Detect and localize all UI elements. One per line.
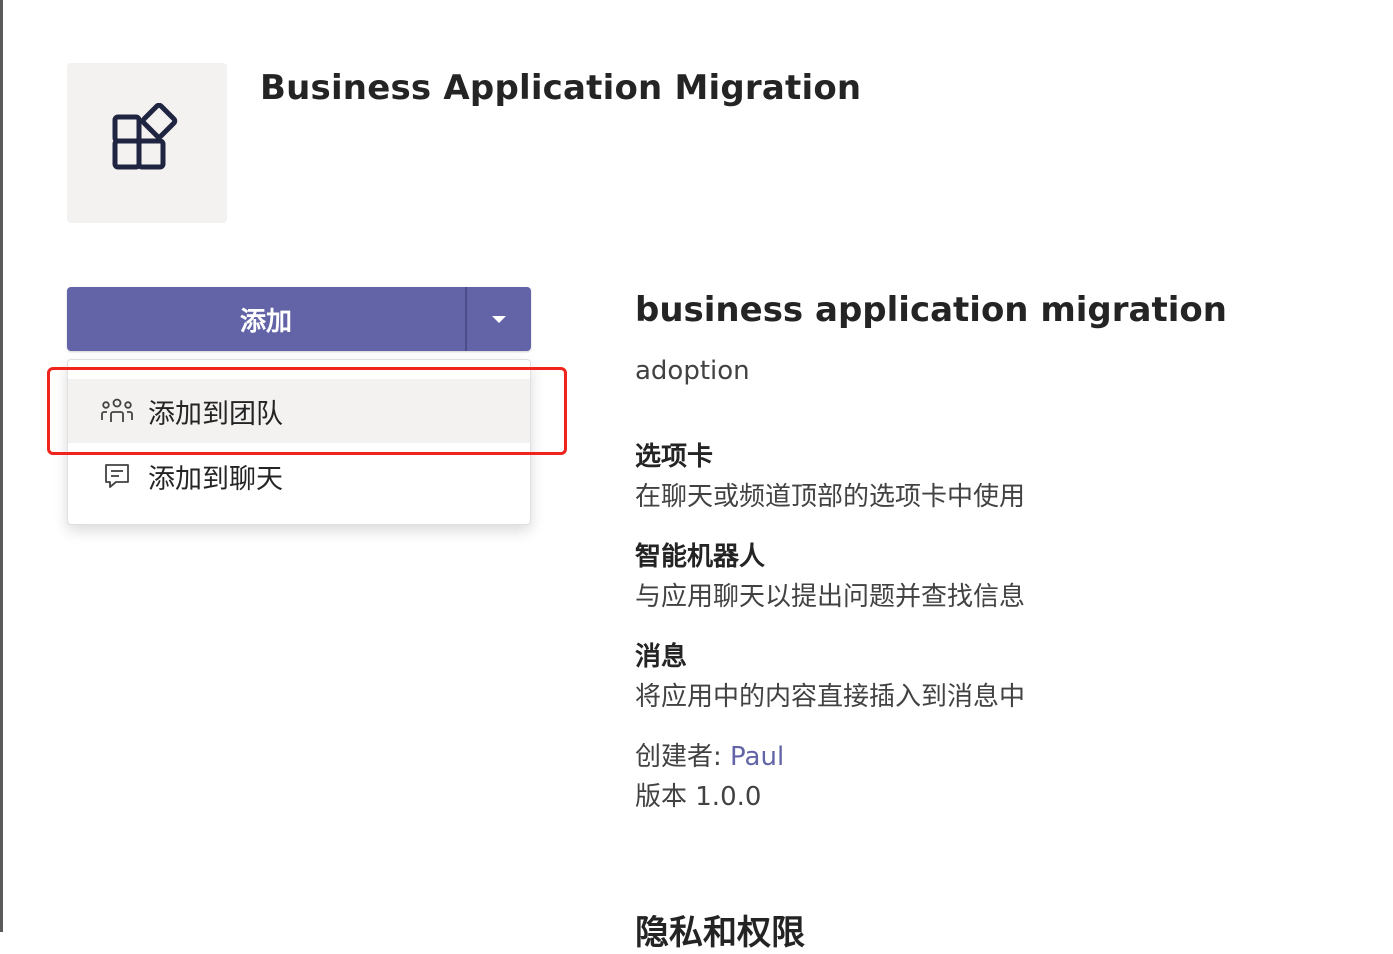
chat-icon [100,459,134,493]
capability-description: 与应用聊天以提出问题并查找信息 [635,582,1026,612]
add-split-button: 添加 [67,287,531,351]
menu-item-add-to-chat[interactable]: 添加到聊天 [68,444,530,508]
team-icon [100,394,134,428]
menu-item-label: 添加到团队 [148,398,283,430]
app-title: Business Application Migration [260,68,862,108]
privacy-heading: 隐私和权限 [635,913,805,953]
capability-title: 选项卡 [635,442,714,472]
add-button[interactable]: 添加 [67,287,465,351]
capability-description: 在聊天或频道顶部的选项卡中使用 [635,482,1026,512]
add-dropdown-toggle[interactable] [467,287,531,351]
add-menu: 添加到团队 添加到聊天 [67,359,531,525]
menu-item-label: 添加到聊天 [148,463,283,495]
creator-link[interactable]: Paul [730,742,784,772]
chevron-down-icon [492,315,506,323]
capability-title: 智能机器人 [635,542,766,572]
version-text: 版本 1.0.0 [635,782,762,812]
details-heading: business application migration [635,290,1227,330]
capability-title: 消息 [635,642,688,672]
details-subtitle: adoption [635,356,750,386]
creator-line: 创建者: Paul [635,736,784,773]
creator-label: 创建者: [635,742,731,772]
apps-icon [112,103,178,170]
menu-item-add-to-team[interactable]: 添加到团队 [68,379,530,443]
capability-description: 将应用中的内容直接插入到消息中 [635,682,1026,712]
window-edge [0,0,3,932]
app-icon-tile [67,63,227,223]
